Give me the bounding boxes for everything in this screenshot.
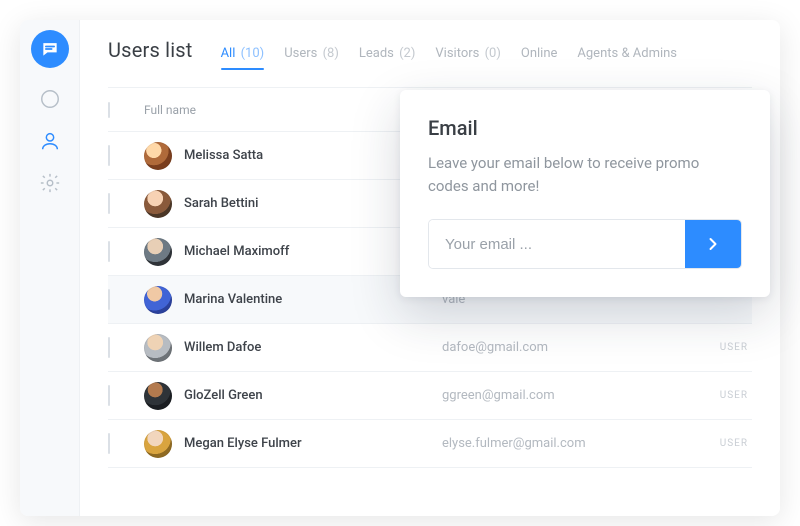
tab-agents[interactable]: Agents & Admins — [577, 46, 677, 69]
user-name: Michael Maximoff — [184, 244, 289, 259]
app-logo[interactable] — [31, 30, 69, 68]
tab-label: All — [221, 46, 236, 61]
user-name: Marina Valentine — [184, 292, 282, 307]
chevron-right-icon — [703, 234, 723, 254]
tab-label: Users — [284, 46, 317, 61]
table-row[interactable]: GloZell Green ggreen@gmail.comUSER — [108, 372, 752, 420]
header: Users list All (10) Users (8) Leads (2) Vis… — [108, 38, 752, 69]
page-title: Users list — [108, 38, 193, 62]
tab-online[interactable]: Online — [521, 46, 558, 69]
row-checkbox[interactable] — [108, 337, 110, 358]
email-input[interactable] — [429, 220, 685, 268]
avatar — [144, 286, 172, 314]
tab-label: Online — [521, 46, 558, 61]
tab-visitors[interactable]: Visitors (0) — [435, 46, 500, 69]
row-checkbox[interactable] — [108, 241, 110, 262]
tab-count: (0) — [481, 46, 501, 61]
avatar — [144, 142, 172, 170]
user-name: Melissa Satta — [184, 148, 263, 163]
user-email: ggreen@gmail.com — [442, 388, 662, 403]
email-modal: Email Leave your email below to receive … — [400, 90, 770, 297]
tab-leads[interactable]: Leads (2) — [359, 46, 416, 69]
tab-label: Leads — [359, 46, 394, 61]
row-checkbox[interactable] — [108, 289, 110, 310]
user-icon[interactable] — [39, 130, 61, 152]
user-name: Willem Dafoe — [184, 340, 261, 355]
tab-label: Visitors — [435, 46, 479, 61]
table-row[interactable]: Megan Elyse Fulmer elyse.fulmer@gmail.com… — [108, 420, 752, 468]
tabs: All (10) Users (8) Leads (2) Visitors (0) On… — [221, 46, 677, 69]
user-name: Sarah Bettini — [184, 196, 258, 211]
tab-all[interactable]: All (10) — [221, 46, 265, 69]
sidebar — [20, 20, 80, 516]
col-name: Full name — [144, 103, 442, 117]
gear-icon[interactable] — [39, 172, 61, 194]
user-name: Megan Elyse Fulmer — [184, 436, 302, 451]
tab-label: Agents & Admins — [577, 46, 677, 61]
tab-users[interactable]: Users (8) — [284, 46, 339, 69]
tab-count: (8) — [319, 46, 339, 61]
avatar — [144, 238, 172, 266]
row-checkbox[interactable] — [108, 145, 110, 166]
row-checkbox[interactable] — [108, 433, 110, 454]
tab-count: (10) — [237, 46, 264, 61]
chat-icon[interactable] — [39, 88, 61, 110]
row-checkbox[interactable] — [108, 193, 110, 214]
chat-bubble-icon — [40, 39, 60, 59]
user-type: USER — [662, 342, 752, 353]
row-checkbox[interactable] — [108, 385, 110, 406]
email-input-row — [428, 219, 742, 269]
modal-title: Email — [428, 116, 742, 140]
avatar — [144, 334, 172, 362]
select-all-checkbox[interactable] — [108, 102, 110, 118]
avatar — [144, 190, 172, 218]
user-name: GloZell Green — [184, 388, 263, 403]
avatar — [144, 382, 172, 410]
table-row[interactable]: Willem Dafoe dafoe@gmail.comUSER — [108, 324, 752, 372]
modal-body: Leave your email below to receive promo … — [428, 152, 742, 197]
avatar — [144, 430, 172, 458]
user-email: dafoe@gmail.com — [442, 340, 662, 355]
submit-button[interactable] — [685, 220, 741, 268]
user-type: USER — [662, 438, 752, 449]
tab-count: (2) — [396, 46, 416, 61]
user-type: USER — [662, 390, 752, 401]
user-email: elyse.fulmer@gmail.com — [442, 436, 662, 451]
